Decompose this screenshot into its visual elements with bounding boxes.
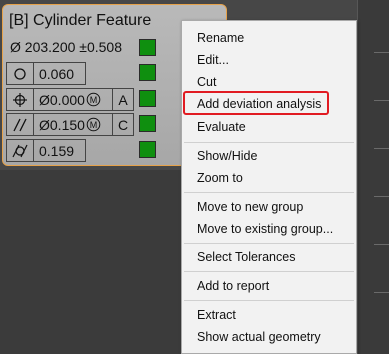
tolerance-value: Ø0.000 (39, 91, 85, 108)
tolerance-value: Ø0.150 (39, 116, 85, 133)
position-icon (6, 88, 34, 111)
menu-separator (184, 142, 354, 143)
menu-separator (184, 271, 354, 272)
menu-item-move-to-existing-group[interactable]: Move to existing group... (197, 221, 333, 237)
diameter-status-indicator (139, 39, 156, 56)
tolerance-value: 0.060 (33, 62, 86, 85)
tolerance-value: 0.159 (33, 139, 86, 162)
ruler-tick (374, 148, 389, 149)
ruler-tick (374, 100, 389, 101)
menu-item-zoom-to[interactable]: Zoom to (197, 170, 243, 186)
tolerance-value-cell: Ø0.150 M (33, 113, 113, 136)
status-indicator (139, 115, 156, 132)
feature-title: [B] Cylinder Feature (9, 12, 152, 29)
datum-reference: A (112, 88, 134, 111)
parallelism-icon (6, 113, 34, 136)
highlight-annotation (183, 91, 329, 115)
mmc-modifier-icon: M (86, 92, 101, 107)
ruler-tick (374, 292, 389, 293)
svg-text:M: M (90, 95, 98, 105)
status-indicator (139, 64, 156, 81)
ruler-tick (374, 52, 389, 53)
menu-item-evaluate[interactable]: Evaluate (197, 119, 246, 135)
menu-item-show-actual-geometry[interactable]: Show actual geometry (197, 329, 321, 345)
menu-separator (184, 243, 354, 244)
menu-item-cut[interactable]: Cut (197, 74, 216, 90)
tolerance-value-cell: Ø0.000 M (33, 88, 113, 111)
datum-reference: C (112, 113, 134, 136)
menu-separator (184, 300, 354, 301)
context-menu: Rename Edit... Cut Add deviation analysi… (181, 20, 357, 354)
svg-text:M: M (90, 120, 98, 130)
circularity-icon (6, 62, 34, 85)
menu-item-edit[interactable]: Edit... (197, 52, 229, 68)
right-ruler (357, 0, 389, 354)
menu-item-add-to-report[interactable]: Add to report (197, 278, 269, 294)
menu-item-move-to-new-group[interactable]: Move to new group (197, 199, 303, 215)
menu-item-extract[interactable]: Extract (197, 307, 236, 323)
ruler-tick (374, 196, 389, 197)
diameter-dimension: Ø 203.200 ±0.508 (10, 39, 122, 55)
menu-item-select-tolerances[interactable]: Select Tolerances (197, 249, 295, 265)
menu-item-rename[interactable]: Rename (197, 30, 244, 46)
status-indicator (139, 90, 156, 107)
cylindricity-icon (6, 139, 34, 162)
menu-item-show-hide[interactable]: Show/Hide (197, 148, 257, 164)
mmc-modifier-icon: M (86, 117, 101, 132)
ruler-tick (374, 244, 389, 245)
status-indicator (139, 141, 156, 158)
menu-separator (184, 192, 354, 193)
